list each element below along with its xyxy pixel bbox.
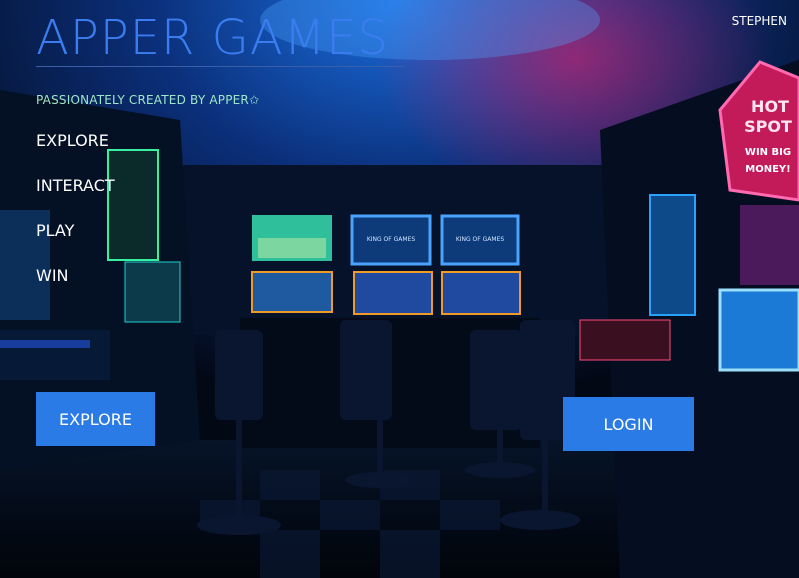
- tagline: PASSIONATELY CREATED BY APPER✩: [36, 93, 260, 107]
- arcade-background-image: KING OF GAMES KING OF GAMES HOT SPOT WIN…: [0, 0, 799, 578]
- nav-item-play[interactable]: PLAY: [36, 218, 115, 263]
- page-title: APPER GAMES: [36, 10, 389, 66]
- screen-text-2: KING OF GAMES: [456, 236, 505, 243]
- sign-spot: SPOT: [744, 117, 792, 136]
- sign-win-big: WIN BIG: [745, 147, 791, 158]
- sign-hot: HOT: [751, 97, 789, 116]
- nav-item-win[interactable]: WIN: [36, 263, 115, 308]
- nav-item-interact[interactable]: INTERACT: [36, 173, 115, 218]
- explore-button[interactable]: EXPLORE: [36, 392, 155, 446]
- sign-money: MONEY!: [745, 164, 790, 175]
- screen-text-1: KING OF GAMES: [367, 236, 416, 243]
- nav-item-explore[interactable]: EXPLORE: [36, 128, 115, 173]
- title-divider: [36, 66, 404, 67]
- user-name-link[interactable]: STEPHEN: [732, 14, 787, 28]
- login-button[interactable]: LOGIN: [563, 397, 694, 451]
- main-nav: EXPLORE INTERACT PLAY WIN: [36, 128, 115, 308]
